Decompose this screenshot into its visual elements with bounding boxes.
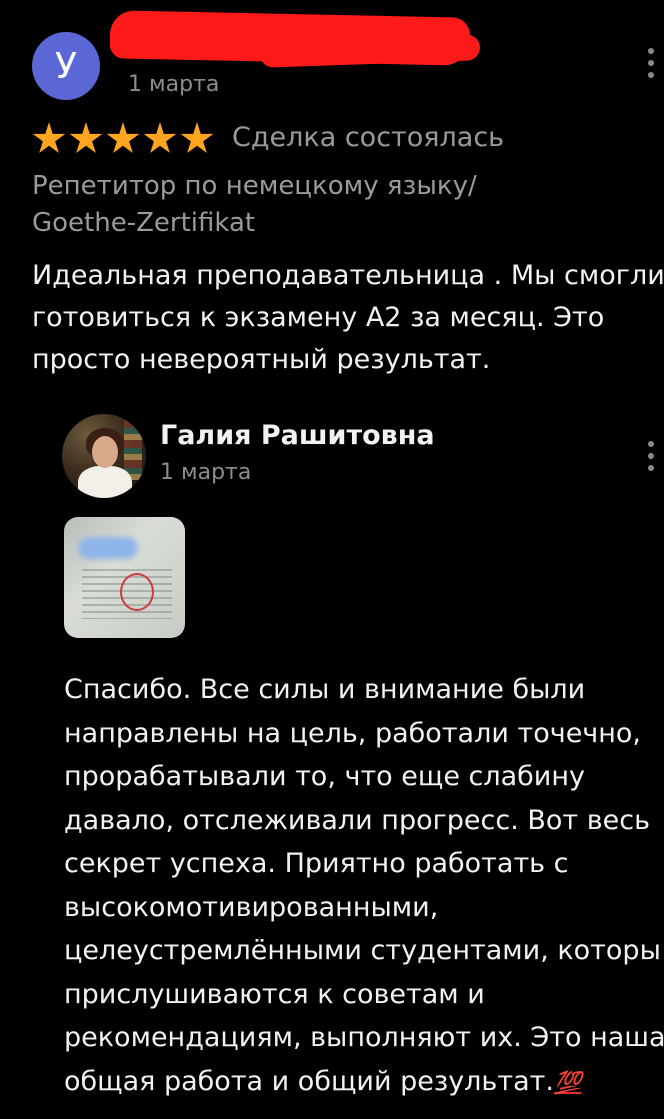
reply-text: Спасибо. Все силы и внимание были направ… <box>64 668 664 1105</box>
reply-date: 1 марта <box>160 460 252 485</box>
star-icon <box>143 122 177 153</box>
review-date: 1 марта <box>128 72 220 97</box>
review-line: Идеальная преподавательница . Мы смогли <box>32 260 664 291</box>
reply-line-text: общая работа и общий результат. <box>64 1065 554 1097</box>
reply-line: целеустремлёнными студентами, которы <box>64 935 661 966</box>
service-name[interactable]: Репетитор по немецкому языку/ Goethe-Zer… <box>32 168 632 242</box>
reply-line: общая работа и общий результат.💯 <box>64 1060 664 1106</box>
reply-line: прорабатывали то, что еще слабину <box>64 761 585 792</box>
star-icon <box>32 122 66 153</box>
replier-avatar[interactable] <box>62 414 146 498</box>
reply-line: высокомотивированными, <box>64 891 439 923</box>
star-icon <box>180 122 214 153</box>
replier-name[interactable]: Галия Рашитовна <box>160 420 435 451</box>
service-line: Репетитор по немецкому языку/ <box>32 171 477 201</box>
more-vertical-icon[interactable] <box>648 441 654 471</box>
more-vertical-icon[interactable] <box>648 48 654 78</box>
reply-line: направлены на цель, работали точечно, <box>64 717 642 749</box>
star-icon <box>106 122 140 153</box>
reply-line: рекомендациям, выполняют их. Это наша <box>64 1022 664 1053</box>
attachment-thumbnail[interactable] <box>64 517 185 638</box>
star-icon <box>69 122 103 153</box>
deal-status: Сделка состоялась <box>232 122 505 153</box>
hundred-points-icon: 💯 <box>553 1070 582 1096</box>
review-text: Идеальная преподавательница . Мы смогли … <box>32 255 664 381</box>
review-line: просто невероятный результат. <box>32 344 491 375</box>
reviewer-avatar[interactable]: У <box>32 32 100 100</box>
reply-line: давало, отслеживали прогресс. Вот весь <box>64 804 651 836</box>
review-line: готовиться к экзамену А2 за месяц. Это <box>32 302 605 333</box>
service-line: Goethe-Zertifikat <box>32 208 256 238</box>
reply-line: прислушиваются к советам и <box>64 978 485 1010</box>
reply-line: Спасибо. Все силы и внимание были <box>64 674 586 705</box>
reply-line: секрет успеха. Приятно работать с <box>64 848 569 879</box>
avatar-letter: У <box>55 45 77 87</box>
rating-stars <box>32 122 214 156</box>
